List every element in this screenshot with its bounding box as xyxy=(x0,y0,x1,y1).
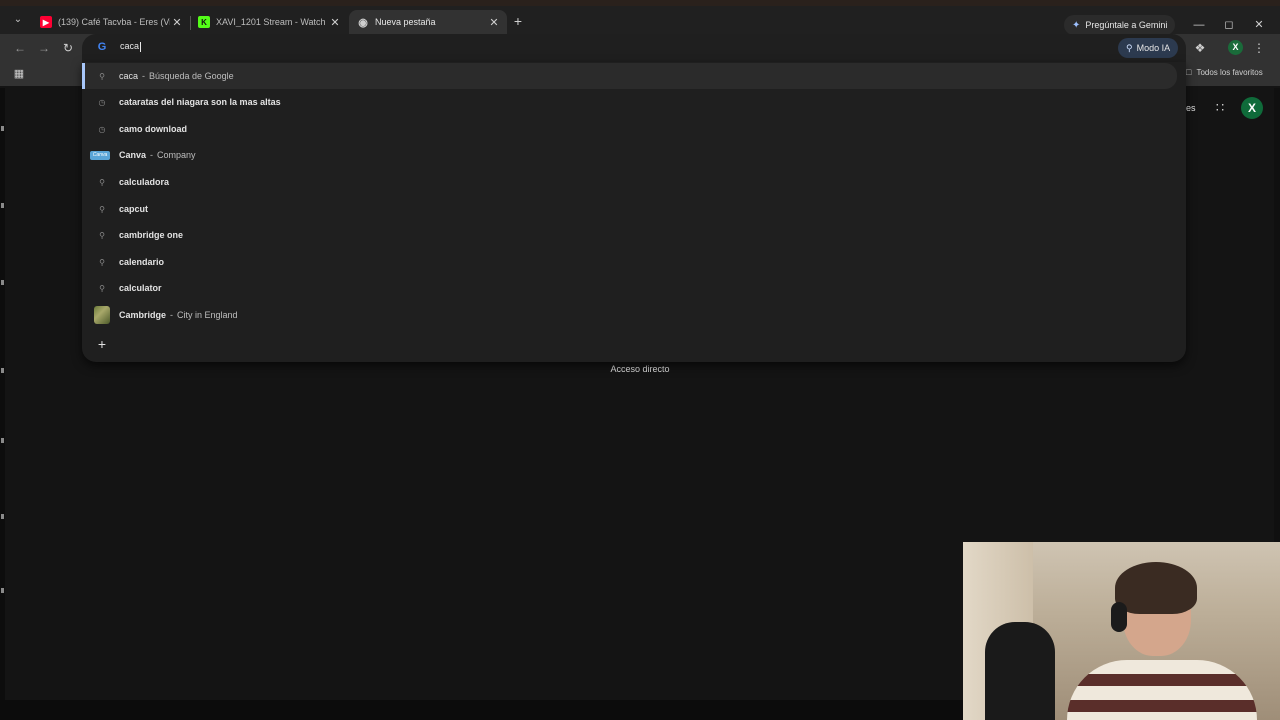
tab-title: Nueva pestaña xyxy=(375,17,436,27)
new-tab-plus-icon[interactable]: + xyxy=(510,14,526,30)
history-icon: ◷ xyxy=(98,97,106,107)
left-edge-strip xyxy=(0,88,5,700)
profile-avatar[interactable]: X xyxy=(1228,40,1243,55)
webcam-overlay xyxy=(963,542,1280,720)
suggestion-row[interactable]: ◷ ca taratas del niagara son la mas altas xyxy=(82,89,1174,115)
all-bookmarks-label: Todos los favoritos xyxy=(1196,67,1263,77)
suggestion-row[interactable]: ⚲ ca lculadora xyxy=(82,169,1174,195)
close-tab-icon[interactable]: ✕ xyxy=(487,16,501,29)
back-arrow-icon[interactable]: ← xyxy=(12,40,28,56)
search-icon: ⚲ xyxy=(99,71,105,81)
tab-title: (139) Café Tacvba - Eres (Video xyxy=(58,17,170,27)
text-cursor xyxy=(140,41,142,52)
tab-nueva-pestana[interactable]: ◉ Nueva pestaña ✕ xyxy=(349,10,507,34)
ntp-header-link[interactable]: es xyxy=(1186,103,1196,113)
tab-title: XAVI_1201 Stream - Watch Live xyxy=(216,17,328,27)
modo-ia-button[interactable]: ⚲ Modo IA xyxy=(1118,38,1179,58)
apps-grid-icon[interactable]: ▦ xyxy=(12,67,26,81)
headset-icon xyxy=(1111,602,1127,632)
separator: - xyxy=(142,71,146,81)
google-g-icon: G xyxy=(97,41,107,53)
tab-cafe-tacvba[interactable]: ▶ (139) Café Tacvba - Eres (Video ✕ xyxy=(32,10,190,34)
suggestion-row[interactable]: ◷ ca mo download xyxy=(82,116,1174,142)
youtube-icon: ▶ xyxy=(40,16,52,28)
add-plus-icon[interactable]: + xyxy=(94,336,110,352)
extensions-puzzle-icon[interactable]: ❖ xyxy=(1192,40,1208,56)
menu-dots-icon[interactable]: ⋮ xyxy=(1253,40,1265,56)
suggestion-row[interactable]: ⚲ ca pcut xyxy=(82,196,1174,222)
history-icon: ◷ xyxy=(98,124,106,134)
ai-mode-icon: ⚲ xyxy=(1126,42,1133,53)
suggestion-row[interactable]: Canva Ca nva - Company xyxy=(82,142,1174,168)
suggestion-row[interactable]: ⚲ ca lendario xyxy=(82,249,1174,275)
suggestion-row[interactable]: ⚲ caca - Búsqueda de Google xyxy=(82,63,1177,89)
google-apps-icon[interactable]: ∷ xyxy=(1212,100,1228,116)
suggestion-row[interactable]: ⚲ ca lculator xyxy=(82,275,1174,301)
modo-ia-label: Modo IA xyxy=(1136,43,1171,53)
close-tab-icon[interactable]: ✕ xyxy=(170,16,184,29)
cambridge-thumbnail xyxy=(94,306,110,324)
separator: - xyxy=(170,310,174,320)
reload-icon[interactable]: ↻ xyxy=(60,40,76,56)
ask-gemini-label: Pregúntale a Gemini xyxy=(1085,20,1168,30)
ask-gemini-button[interactable]: ✦ Pregúntale a Gemini xyxy=(1064,15,1176,35)
search-icon: ⚲ xyxy=(99,204,105,214)
close-tab-icon[interactable]: ✕ xyxy=(328,16,342,29)
tab-search-chevron-icon[interactable]: ⌄ xyxy=(10,12,26,28)
right-edge-strip xyxy=(1274,88,1280,548)
suggestion-row[interactable]: ⚲ ca mbridge one xyxy=(82,222,1174,248)
toolbar: ← → ↻ G caca ⚲ Modo IA ❖ X ⋮ xyxy=(0,34,1280,62)
search-icon: ⚲ xyxy=(99,257,105,267)
address-bar[interactable]: G caca ⚲ Modo IA xyxy=(82,34,1186,62)
shortcut-label[interactable]: Acceso directo xyxy=(560,364,720,374)
kick-icon: K xyxy=(198,16,210,28)
search-icon: ⚲ xyxy=(99,177,105,187)
chrome-icon: ◉ xyxy=(358,16,368,29)
search-icon: ⚲ xyxy=(99,230,105,240)
tab-xavi-stream[interactable]: K XAVI_1201 Stream - Watch Live ✕ xyxy=(190,10,348,34)
search-icon: ⚲ xyxy=(99,283,105,293)
canva-logo-icon: Canva xyxy=(90,147,110,163)
forward-arrow-icon[interactable]: → xyxy=(36,40,52,56)
separator: - xyxy=(150,150,154,160)
gemini-sparkle-icon: ✦ xyxy=(1072,19,1081,31)
tab-strip: ⌄ ▶ (139) Café Tacvba - Eres (Video ✕ K … xyxy=(0,6,1280,35)
folder-icon: □ xyxy=(1186,67,1192,77)
all-bookmarks-button[interactable]: □ Todos los favoritos xyxy=(1186,67,1263,77)
address-input[interactable]: caca xyxy=(120,41,142,52)
account-avatar[interactable]: X xyxy=(1241,97,1263,119)
suggestion-row[interactable]: Ca mbridge - City in England xyxy=(82,302,1174,328)
omnibox-suggestions: ⚲ caca - Búsqueda de Google ◷ ca taratas … xyxy=(82,62,1186,362)
